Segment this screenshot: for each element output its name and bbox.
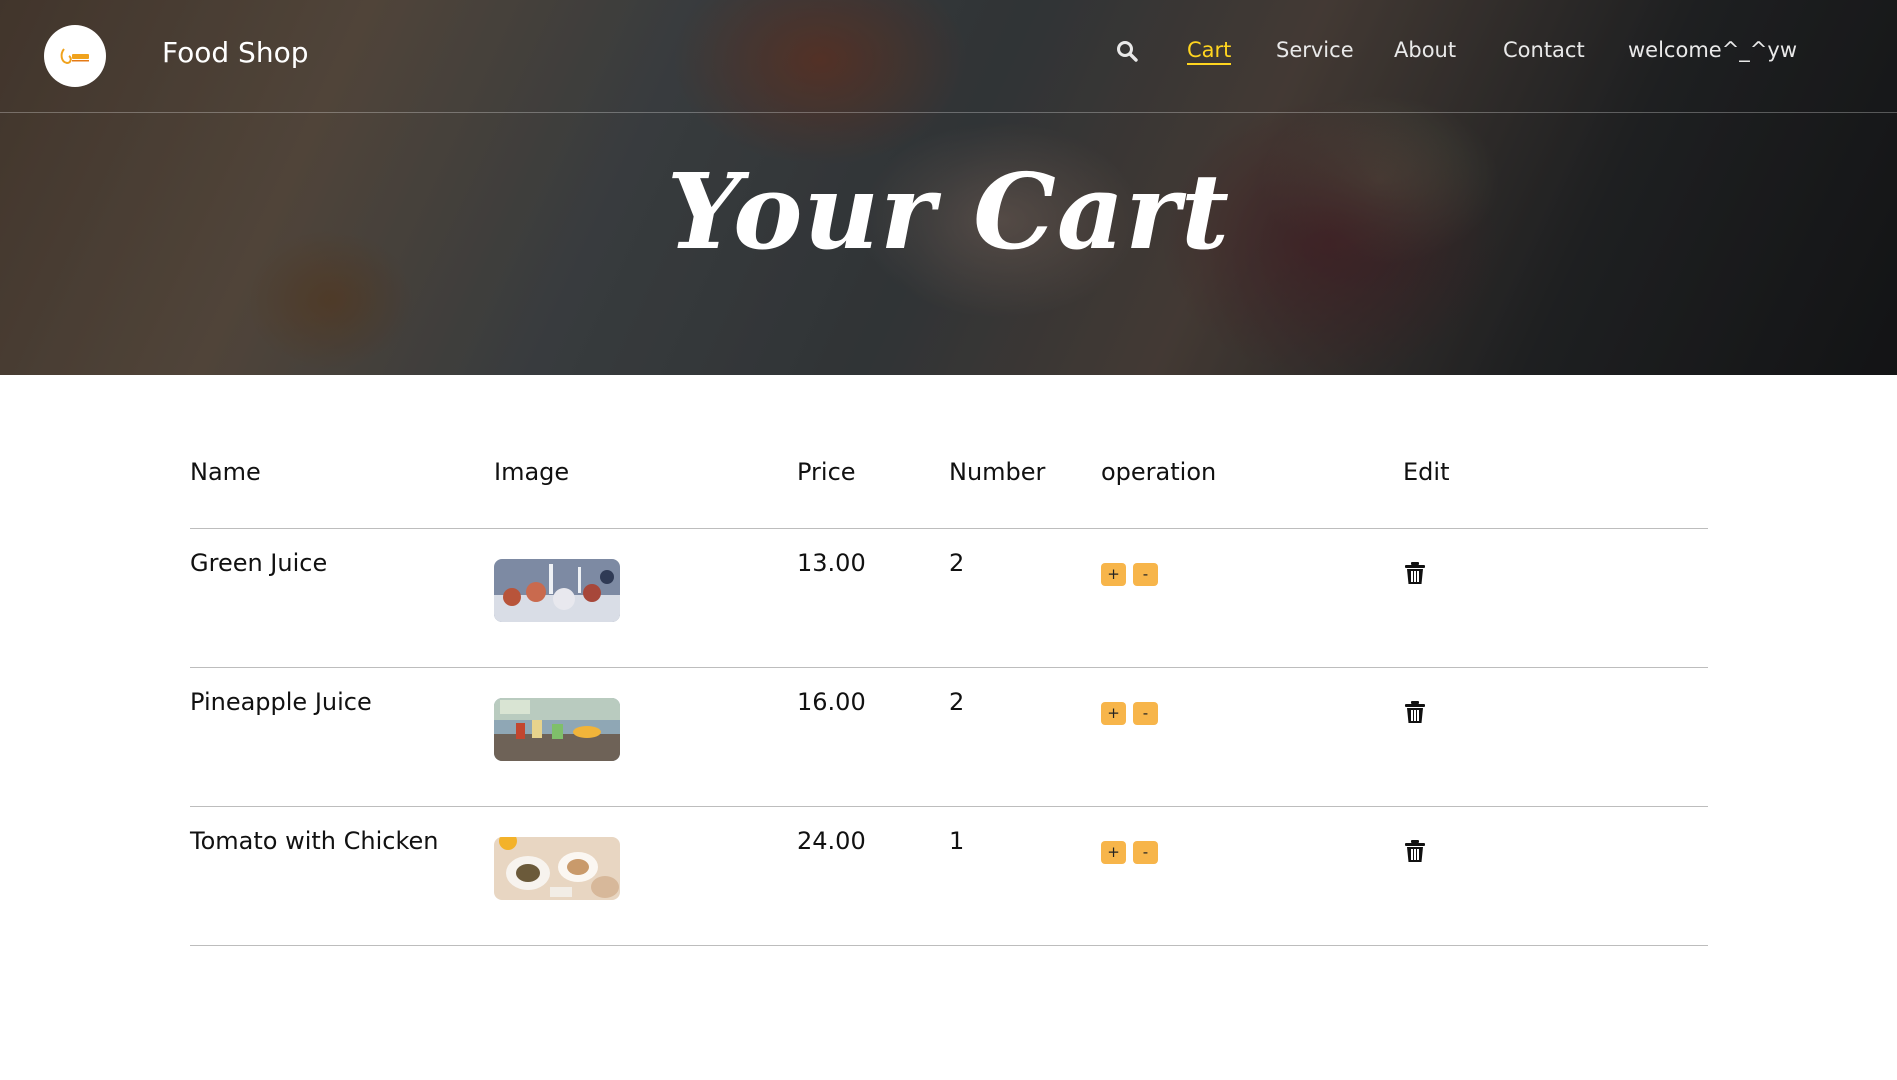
page-title: Your Cart xyxy=(666,150,1231,273)
increase-quantity-button[interactable]: + xyxy=(1101,841,1126,864)
item-name: Tomato with Chicken xyxy=(190,827,439,855)
column-header-price: Price xyxy=(797,458,856,486)
item-image xyxy=(494,559,620,622)
item-price: 24.00 xyxy=(797,827,866,855)
cart-table: Name Image Price Number operation Edit G… xyxy=(190,440,1708,946)
increase-quantity-button[interactable]: + xyxy=(1101,563,1126,586)
column-header-name: Name xyxy=(190,458,261,486)
item-photo xyxy=(494,559,620,622)
top-navigation-bar: Food Shop Cart Service About Contact wel… xyxy=(0,0,1897,113)
trash-icon[interactable] xyxy=(1404,561,1426,585)
item-price: 13.00 xyxy=(797,549,866,577)
nav-service[interactable]: Service xyxy=(1276,38,1354,62)
item-image xyxy=(494,837,620,900)
item-price: 16.00 xyxy=(797,688,866,716)
cart-row: Green Juice 13.00 2 + - xyxy=(190,529,1708,668)
quantity-controls: + - xyxy=(1101,841,1158,864)
nav-user-welcome[interactable]: welcome^_^yw xyxy=(1628,38,1797,62)
item-name: Green Juice xyxy=(190,549,328,577)
item-quantity: 1 xyxy=(949,827,965,855)
cart-row: Pineapple Juice 16.00 2 + - xyxy=(190,668,1708,807)
nav-contact[interactable]: Contact xyxy=(1503,38,1585,62)
cart-row: Tomato with Chicken 24.00 1 + - xyxy=(190,807,1708,946)
quantity-controls: + - xyxy=(1101,702,1158,725)
trash-icon[interactable] xyxy=(1404,839,1426,863)
column-header-edit: Edit xyxy=(1403,458,1450,486)
column-header-image: Image xyxy=(494,458,570,486)
main-nav: Cart Service About Contact welcome^_^yw xyxy=(0,38,1897,78)
increase-quantity-button[interactable]: + xyxy=(1101,702,1126,725)
item-quantity: 2 xyxy=(949,688,965,716)
decrease-quantity-button[interactable]: - xyxy=(1133,563,1158,586)
item-name: Pineapple Juice xyxy=(190,688,372,716)
search-icon[interactable] xyxy=(1116,40,1138,62)
nav-about[interactable]: About xyxy=(1394,38,1456,62)
cart-table-header: Name Image Price Number operation Edit xyxy=(190,440,1708,529)
nav-cart[interactable]: Cart xyxy=(1187,38,1232,65)
decrease-quantity-button[interactable]: - xyxy=(1133,702,1158,725)
item-photo xyxy=(494,837,620,900)
column-header-number: Number xyxy=(949,458,1046,486)
hero-banner: Food Shop Cart Service About Contact wel… xyxy=(0,0,1897,375)
column-header-operation: operation xyxy=(1101,458,1217,486)
quantity-controls: + - xyxy=(1101,563,1158,586)
item-quantity: 2 xyxy=(949,549,965,577)
item-photo xyxy=(494,698,620,761)
decrease-quantity-button[interactable]: - xyxy=(1133,841,1158,864)
item-image xyxy=(494,698,620,761)
trash-icon[interactable] xyxy=(1404,700,1426,724)
